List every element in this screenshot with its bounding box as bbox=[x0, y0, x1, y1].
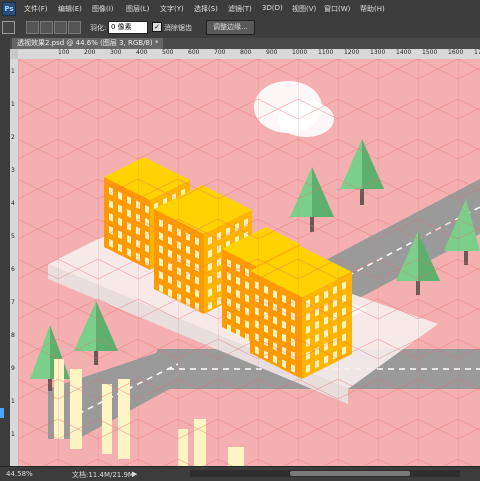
ruler-tick: 3 bbox=[11, 167, 15, 174]
ruler-tick: 900 bbox=[266, 49, 278, 56]
ruler-tick: 2 bbox=[11, 134, 15, 141]
subtract-selection-icon[interactable] bbox=[54, 21, 67, 34]
menu-bar: Ps 文件(F) 编辑(E) 图像(I) 图层(L) 文字(Y) 选择(S) 滤… bbox=[0, 0, 480, 17]
menu-type[interactable]: 文字(Y) bbox=[160, 4, 184, 14]
antialias-label: 消除锯齿 bbox=[164, 24, 192, 32]
ruler-tick: 5 bbox=[11, 233, 15, 240]
ruler-tick: 100 bbox=[58, 49, 70, 56]
intersect-selection-icon[interactable] bbox=[68, 21, 81, 34]
add-selection-icon[interactable] bbox=[40, 21, 53, 34]
scrollbar-thumb[interactable] bbox=[290, 471, 410, 476]
ruler-tick: 400 bbox=[136, 49, 148, 56]
menu-file[interactable]: 文件(F) bbox=[24, 4, 48, 14]
ruler-tick: 1 bbox=[11, 431, 15, 438]
document-canvas[interactable] bbox=[18, 59, 480, 466]
ruler-tick: 1300 bbox=[370, 49, 386, 56]
zoom-level[interactable]: 44.58% bbox=[6, 470, 33, 478]
document-tab-bar: 透视效果2.psd @ 44.6% (图层 3, RGB/8) * bbox=[10, 38, 480, 49]
photoshop-logo-icon: Ps bbox=[2, 2, 16, 16]
ruler-tick: 1200 bbox=[344, 49, 360, 56]
menu-image[interactable]: 图像(I) bbox=[92, 4, 114, 14]
menu-help[interactable]: 帮助(H) bbox=[360, 4, 385, 14]
ruler-tick: 700 bbox=[214, 49, 226, 56]
ruler-tick: 200 bbox=[84, 49, 96, 56]
active-tool-indicator bbox=[0, 408, 4, 418]
menu-view[interactable]: 视图(V) bbox=[292, 4, 316, 14]
ruler-tick: 1500 bbox=[422, 49, 438, 56]
ruler-tick: 1600 bbox=[448, 49, 464, 56]
refine-edge-button[interactable]: 调整边缘... bbox=[206, 20, 255, 35]
menu-filter[interactable]: 滤镜(T) bbox=[228, 4, 252, 14]
ruler-tick: 500 bbox=[162, 49, 174, 56]
artwork bbox=[18, 59, 480, 466]
ruler-tick: 1100 bbox=[318, 49, 334, 56]
ruler-tick: 1000 bbox=[292, 49, 308, 56]
menu-select[interactable]: 选择(S) bbox=[194, 4, 218, 14]
ruler-corner bbox=[10, 49, 18, 59]
ruler-tick: 6 bbox=[11, 266, 15, 273]
horizontal-scrollbar[interactable] bbox=[190, 470, 460, 477]
document-info: 文档:11.4M/21.9M bbox=[72, 471, 134, 479]
menu-window[interactable]: 窗口(W) bbox=[324, 4, 350, 14]
ruler-tick: 1 bbox=[11, 398, 15, 405]
feather-label: 羽化: bbox=[90, 24, 107, 32]
options-bar: 羽化: 0 像素 ✓ 消除锯齿 调整边缘... bbox=[0, 17, 480, 39]
ruler-tick: 1700 bbox=[474, 49, 480, 56]
ruler-tick: 600 bbox=[188, 49, 200, 56]
ruler-tick: 7 bbox=[11, 299, 15, 306]
new-selection-icon[interactable] bbox=[26, 21, 39, 34]
ruler-tick: 1400 bbox=[396, 49, 412, 56]
tool-preset-icon[interactable] bbox=[2, 21, 15, 34]
menu-layer[interactable]: 图层(L) bbox=[126, 4, 149, 14]
ruler-tick: 1 bbox=[11, 68, 15, 75]
ruler-tick: 1 bbox=[11, 101, 15, 108]
menu-edit[interactable]: 编辑(E) bbox=[58, 4, 82, 14]
antialias-checkbox[interactable]: ✓ bbox=[152, 22, 162, 32]
horizontal-ruler: 100 200 300 400 500 600 700 800 900 1000 1100 1200 1… bbox=[18, 49, 480, 59]
ruler-tick: 9 bbox=[11, 365, 15, 372]
status-menu-arrow[interactable]: ▶ bbox=[132, 470, 137, 478]
ruler-tick: 800 bbox=[240, 49, 252, 56]
feather-input[interactable]: 0 像素 bbox=[108, 21, 148, 34]
ruler-tick: 8 bbox=[11, 332, 15, 339]
vertical-ruler: 1 1 2 3 4 5 6 7 8 9 1 1 bbox=[10, 59, 18, 466]
menu-3d[interactable]: 3D(D) bbox=[262, 4, 283, 12]
status-bar: 44.58% 文档:11.4M/21.9M ▶ bbox=[0, 466, 480, 481]
document-tab[interactable]: 透视效果2.psd @ 44.6% (图层 3, RGB/8) * bbox=[12, 38, 164, 49]
ruler-tick: 4 bbox=[11, 200, 15, 207]
ruler-tick: 300 bbox=[110, 49, 122, 56]
